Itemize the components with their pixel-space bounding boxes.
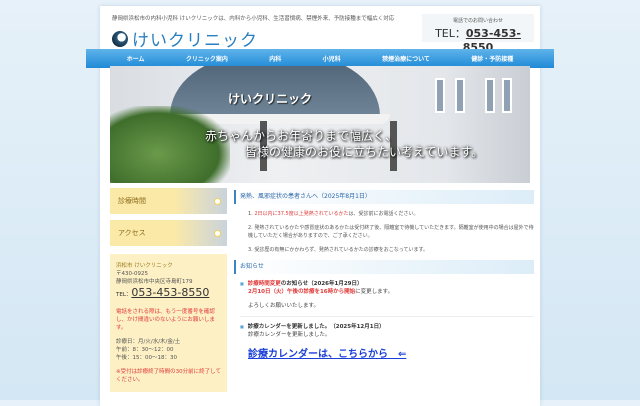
hours-button[interactable]: 診療時間	[110, 188, 227, 214]
nav-internal[interactable]: 内科	[269, 54, 281, 63]
hero-sign: けいクリニック	[228, 92, 313, 106]
nav-smoking[interactable]: 禁煙治療について	[382, 54, 430, 63]
page: 静岡県浜松市の内科小児科 けいクリニックは、内科から小児科、生活習慣病、禁煙外来…	[86, 6, 554, 406]
reception-note: ※受付は診療終了時間の30分前に終了してください。	[116, 369, 221, 383]
hero-line-1: 赤ちゃんからお年寄りまで幅広く、	[205, 129, 398, 143]
clinic-name: 浜松市 けいクリニック	[116, 263, 173, 269]
hero-line-2: 皆様の健康のお役に立ちたい考えています。	[245, 145, 484, 159]
list-item: 3. 受診歴の有無にかかわらず、発熱されているかたの診療をおこなっています。	[248, 247, 429, 253]
hero-copy: 赤ちゃんからお年寄りまで幅広く、 皆様の健康のお役に立ちたい考えています。	[205, 128, 483, 160]
logo-icon	[112, 30, 128, 47]
news-item: 診療カレンダーを更新しました。（2025年12月1日） 診療カレンダーを更新しま…	[240, 323, 534, 345]
tel-caption: 電話でのお問い合わせ	[452, 18, 503, 24]
address: 静岡県浜松市中央区寺島町179	[116, 279, 193, 285]
clinic-info: 浜松市 けいクリニック 〒430-0925 静岡県浜松市中央区寺島町179 TE…	[110, 254, 227, 392]
logo-text: けいクリニック	[132, 31, 258, 51]
tagline: 静岡県浜松市の内科小児科 けいクリニックは、内科から小児科、生活習慣病、禁煙外来…	[112, 16, 395, 22]
calendar-link[interactable]: 診療カレンダーは、こちらから ⇐	[248, 350, 534, 360]
access-button[interactable]: アクセス	[110, 220, 227, 246]
circle-icon	[214, 229, 221, 237]
nav-home[interactable]: ホーム	[127, 54, 145, 63]
tel-prefix: TEL：	[435, 27, 466, 40]
nav-clinic[interactable]: クリニック案内	[186, 54, 228, 63]
list-item: 1. 2日以内に37.5度以上発熱されているかたは、受診前にお電話ください。	[248, 211, 419, 217]
fever-list: 1. 2日以内に37.5度以上発熱されているかたは、受診前にお電話ください。 2…	[234, 204, 534, 254]
nav-pediatrics[interactable]: 小児科	[323, 54, 341, 63]
news-item: 診療時間変更のお知らせ（2026年1月29日） 2月10日（火）午後の診療を16…	[240, 280, 534, 317]
fever-heading: 発熱、風邪症状の患者さんへ（2025年8月1日）	[234, 190, 534, 204]
list-item: 2. 発熱されているかたや感冒症状のあるかたは受付終了後、隔離室で待機していただ…	[248, 225, 534, 239]
days: 診療日：月/火/水/木/金/土	[116, 339, 181, 345]
news-list: 診療時間変更のお知らせ（2026年1月29日） 2月10日（火）午後の診療を16…	[234, 274, 534, 360]
access-label: アクセス	[118, 229, 146, 237]
am-hours: 午前：8：30〜12：00	[116, 347, 174, 353]
postal: 〒430-0925	[116, 271, 148, 277]
circle-icon	[214, 197, 221, 205]
tel-box: 電話でのお問い合わせ TEL：053-453-8550	[422, 14, 534, 54]
call-notice: 電話をされる際は、もう一度番号を確認し、かけ間違いのないようにお願いします。	[116, 309, 215, 331]
tel-label: TEL：	[116, 292, 132, 298]
sidebar: 診療時間 アクセス 浜松市 けいクリニック 〒430-0925 静岡県浜松市中央…	[110, 188, 227, 392]
hero-image: けいクリニック 赤ちゃんからお年寄りまで幅広く、 皆様の健康のお役に立ちたい考え…	[110, 66, 530, 183]
sidebar-tel-link[interactable]: 053-453-8550	[131, 286, 209, 299]
pm-hours: 午後：15：00〜18：30	[116, 355, 177, 361]
news-heading: お知らせ	[234, 260, 534, 274]
logo[interactable]: けいクリニック	[112, 26, 258, 51]
hours-label: 診療時間	[118, 197, 146, 205]
nav-checkup[interactable]: 健診・予防接種	[471, 54, 513, 63]
main-content: 発熱、風邪症状の患者さんへ（2025年8月1日） 1. 2日以内に37.5度以上…	[234, 190, 534, 360]
